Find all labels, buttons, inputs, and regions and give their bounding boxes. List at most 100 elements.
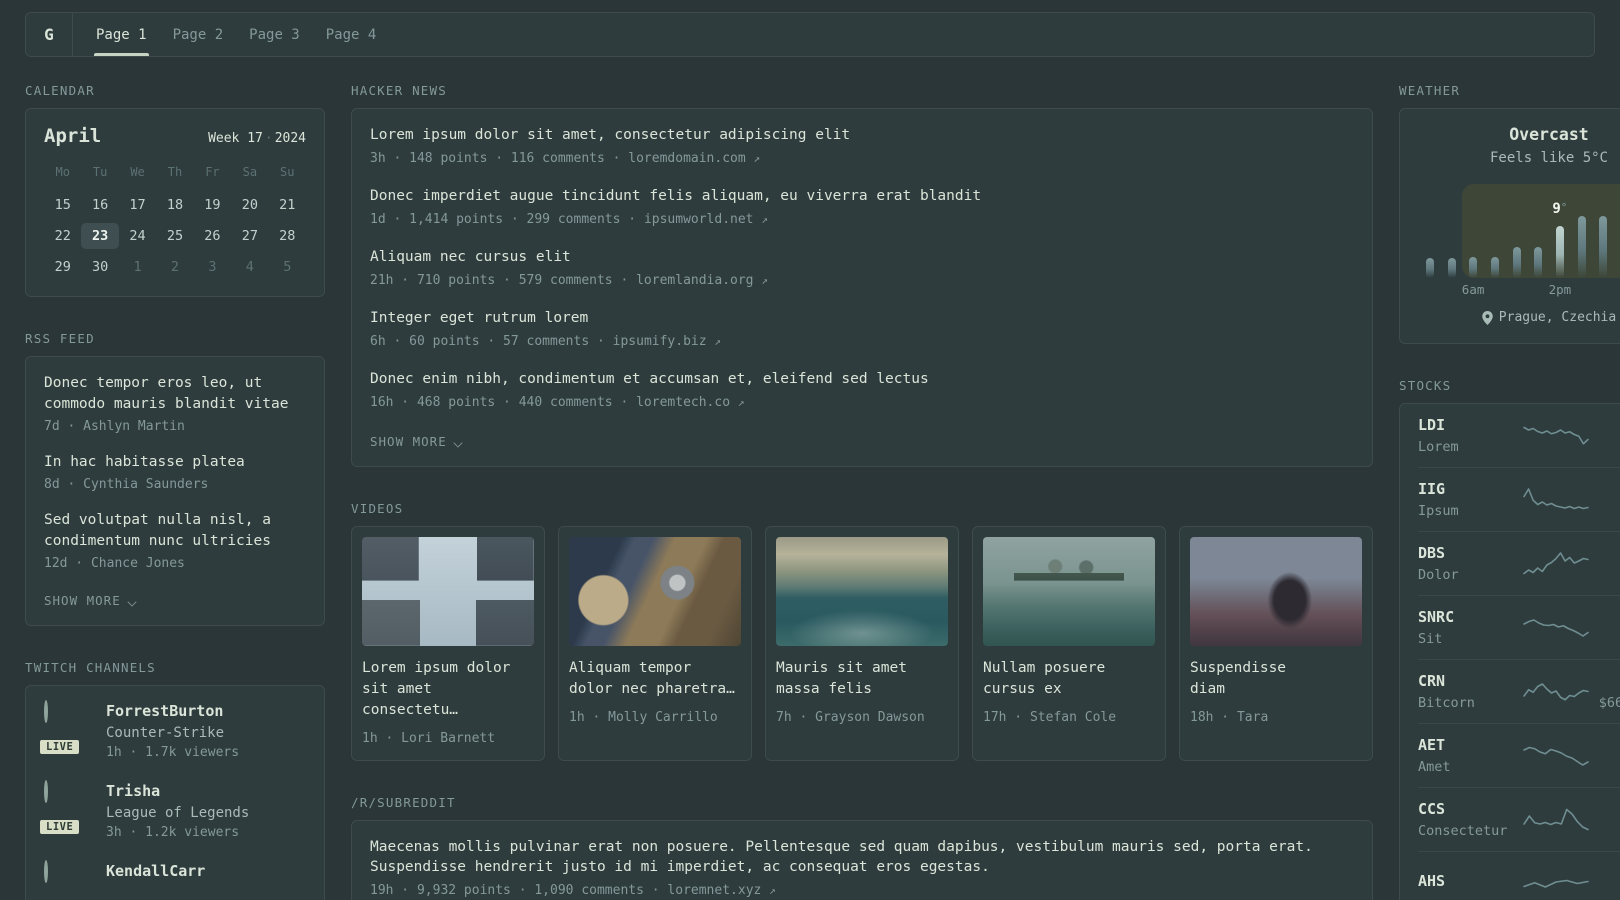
twitch-channel-row[interactable]: KendallCarr [44, 860, 306, 900]
twitch-channel-meta: 1h · 1.7k viewers [106, 745, 240, 760]
hn-story-title[interactable]: Donec imperdiet augue tincidunt felis al… [370, 186, 1354, 206]
video-title: Suspendisse diam [1190, 660, 1287, 697]
hn-story-meta: 1d · 1,414 points · 299 comments · ipsum… [370, 212, 1354, 227]
stock-values: +0.92% $499.72 [1590, 736, 1620, 775]
stock-change: +0.51% [1590, 800, 1620, 818]
stock-id: DBS Dolor [1418, 544, 1522, 583]
calendar-day: 15 [54, 197, 71, 213]
hn-story-title[interactable]: Donec enim nibh, condimentum et accumsan… [370, 369, 1354, 389]
tab-page-2[interactable]: Page 2 [160, 13, 237, 56]
video-card[interactable]: Suspendisse diam 18h · Tara [1179, 526, 1373, 761]
hn-show-more-button[interactable]: SHOW MORE [370, 434, 464, 449]
weather-section-title: WEATHER [1399, 83, 1461, 98]
weather-location: Prague, Czechia [1482, 310, 1616, 325]
hn-story-meta: 6h · 60 points · 57 comments · ipsumify.… [370, 334, 1354, 349]
stock-row[interactable]: LDI Lorem +4.35% $795.18 [1418, 404, 1620, 468]
hacker-news-section: HACKER NEWS Lorem ipsum dolor sit amet, … [351, 83, 1373, 467]
calendar-weekday: Sa [242, 165, 258, 179]
video-meta: 17h · Stefan Cole [983, 710, 1117, 725]
rss-show-more-button[interactable]: SHOW MORE [44, 593, 138, 608]
tab-page-1[interactable]: Page 1 [83, 13, 160, 56]
twitch-channel-row[interactable]: LIVE ForrestBurton Counter-Strike 1h · 1… [37, 700, 306, 760]
stock-id: IIG Ipsum [1418, 480, 1522, 519]
stock-row[interactable]: IIG Ipsum +2.84% $42.04 [1418, 468, 1620, 532]
rss-item-title[interactable]: Sed volutpat nulla nisl, a condimentum n… [44, 510, 306, 552]
stock-price: $148.64 [1590, 631, 1620, 647]
twitch-channel-game: Counter-Strike [106, 725, 225, 741]
calendar-weekday: Tu [92, 165, 108, 179]
calendar-widget: April Week 17 · 2024 Mo Tu We Th Fr Sa Su 15 16 17 1… [25, 108, 325, 297]
rss-item-title[interactable]: Donec tempor eros leo, ut commodo mauris… [44, 373, 306, 415]
stock-id: AHS [1418, 872, 1522, 895]
stock-sparkline [1522, 612, 1590, 642]
hn-story-title[interactable]: Aliquam nec cursus elit [370, 247, 1354, 267]
stock-ticker: SNRC [1418, 607, 1455, 626]
hn-story-domain-link[interactable]: loremdomain.com ↗ [628, 151, 760, 166]
weather-bar [1484, 214, 1506, 278]
video-card[interactable]: Aliquam tempor dolor nec pharetra… 1h · … [558, 526, 752, 761]
tab-page-3[interactable]: Page 3 [236, 13, 313, 56]
stock-change: +0.92% [1590, 736, 1620, 754]
stock-ticker: DBS [1418, 543, 1446, 562]
calendar-day: 24 [129, 228, 146, 244]
weather-x-labels: 6am2pm10pm [1419, 282, 1620, 298]
stock-ticker: AET [1418, 735, 1446, 754]
video-thumbnail [1190, 537, 1362, 646]
weather-bar [1614, 214, 1620, 278]
hn-story-title[interactable]: Lorem ipsum dolor sit amet, consectetur … [370, 125, 1354, 145]
stock-name: Consectetur [1418, 822, 1508, 839]
stock-row[interactable]: AHS +0.46% [1418, 852, 1620, 900]
rss-item: Sed volutpat nulla nisl, a condimentum n… [44, 510, 306, 572]
calendar-day: 25 [166, 228, 184, 244]
avatar [44, 780, 48, 803]
stock-name: Amet [1418, 758, 1451, 775]
video-title: Lorem ipsum dolor sit amet consectetu… [362, 660, 511, 718]
twitch-channel-info: KendallCarr [106, 862, 205, 900]
video-card[interactable]: Nullam posuere cursus ex 17h · Stefan Co… [972, 526, 1166, 761]
tab-page-4[interactable]: Page 4 [313, 13, 390, 56]
rss-section-title: RSS FEED [25, 331, 95, 346]
stock-row[interactable]: DBS Dolor +1.42% $156.28 [1418, 532, 1620, 596]
video-card[interactable]: Mauris sit amet massa felis 7h · Grayson… [765, 526, 959, 761]
hn-story-domain-link[interactable]: loremtech.co ↗ [636, 395, 744, 410]
hn-domain: loremtech.co [636, 395, 731, 410]
show-more-label: SHOW MORE [370, 434, 447, 449]
app-logo[interactable]: G [26, 13, 72, 56]
rss-item-title[interactable]: In hac habitasse platea [44, 452, 306, 473]
stock-name: Dolor [1418, 566, 1459, 583]
twitch-channel-name: Trisha [106, 782, 161, 800]
hn-story-title[interactable]: Integer eget rutrum lorem [370, 308, 1354, 328]
twitch-section-title: TWITCH CHANNELS [25, 660, 156, 675]
twitch-channel-row[interactable]: LIVE Trisha League of Legends 3h · 1.2k … [37, 780, 306, 840]
weather-bar [1462, 214, 1484, 278]
reddit-post-title[interactable]: Maecenas mollis pulvinar erat non posuer… [370, 837, 1354, 877]
calendar-section-title: CALENDAR [25, 83, 95, 98]
twitch-channel-name: ForrestBurton [106, 702, 224, 720]
weather-bars: 9° [1419, 201, 1620, 278]
reddit-post-domain-link[interactable]: loremnet.xyz ↗ [667, 883, 775, 898]
video-thumbnail [983, 537, 1155, 646]
stock-price: $156.28 [1590, 567, 1620, 583]
stock-price: $66,171.48 [1598, 694, 1620, 711]
stock-row[interactable]: CCS Consectetur +0.51% $165.84 [1418, 788, 1620, 852]
stock-row[interactable]: SNRC Sit +1.36% $148.64 [1418, 596, 1620, 660]
subreddit-section-title: /R/SUBREDDIT [351, 795, 456, 810]
twitch-section: TWITCH CHANNELS LIVE ForrestBurton Count… [25, 660, 325, 900]
hn-story-domain-link[interactable]: ipsumify.biz ↗ [613, 334, 721, 349]
stock-row[interactable]: AET Amet +0.92% $499.72 [1418, 724, 1620, 788]
main-columns: CALENDAR April Week 17 · 2024 Mo Tu We Th Fr Sa… [0, 83, 1620, 900]
reddit-domain: loremnet.xyz [667, 883, 762, 898]
weather-bar [1419, 214, 1441, 278]
video-meta: 7h · Grayson Dawson [776, 710, 925, 725]
rss-item-meta: 8d · Cynthia Saunders [44, 477, 209, 492]
video-card[interactable]: Lorem ipsum dolor sit amet consectetu… 1… [351, 526, 545, 761]
calendar-day: 26 [204, 228, 221, 244]
calendar-weekday: Th [167, 165, 183, 179]
external-link-icon: ↗ [761, 213, 768, 226]
hn-story-domain-link[interactable]: loremlandia.org ↗ [636, 273, 768, 288]
stock-change: +1.36% [1590, 608, 1620, 626]
weather-chart: 9° [1419, 184, 1620, 278]
stock-row[interactable]: CRN Bitcorn -1.00% $66,171.48 [1418, 660, 1620, 724]
hn-story-domain-link[interactable]: ipsumworld.net ↗ [644, 212, 768, 227]
hn-story-meta: 21h · 710 points · 579 comments · loreml… [370, 273, 1354, 288]
